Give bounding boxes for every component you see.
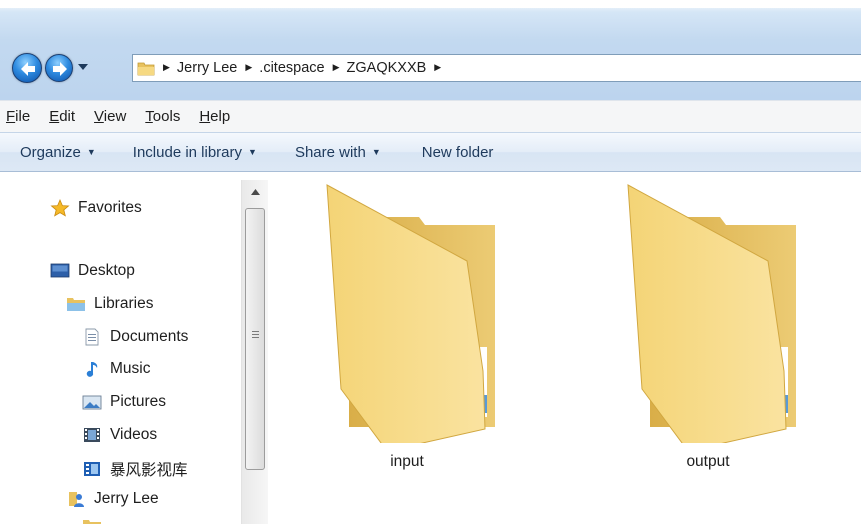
recent-pages-dropdown-icon[interactable] bbox=[78, 64, 88, 71]
nav-item-favorites[interactable]: Favorites bbox=[50, 198, 142, 217]
nav-label-baofeng-library: 暴风影视库 bbox=[110, 462, 188, 479]
nav-label-favorites: Favorites bbox=[78, 199, 142, 216]
window-top-edge bbox=[0, 0, 861, 8]
menu-file[interactable]: File bbox=[6, 108, 30, 125]
nav-item-videos[interactable]: Videos bbox=[82, 426, 157, 444]
nav-item-partial[interactable] bbox=[82, 517, 102, 524]
folder-icon bbox=[82, 517, 102, 524]
nav-item-music[interactable]: Music bbox=[82, 360, 150, 378]
music-icon bbox=[82, 360, 102, 378]
menu-view[interactable]: View bbox=[94, 108, 126, 125]
menu-file-label: ile bbox=[15, 108, 31, 125]
pictures-icon bbox=[82, 393, 102, 411]
nav-label-pictures: Pictures bbox=[110, 393, 166, 410]
menu-tools-label: ools bbox=[152, 108, 181, 125]
user-folder-icon bbox=[66, 490, 86, 508]
folder-label-input: input bbox=[390, 453, 424, 470]
nav-label-videos: Videos bbox=[110, 426, 158, 443]
menu-view-label: iew bbox=[103, 108, 127, 125]
folder-item-output[interactable]: output bbox=[608, 173, 808, 473]
breadcrumb-zgaqkxxb[interactable]: ZGAQKXXB bbox=[347, 60, 427, 76]
new-folder-button[interactable]: New folder bbox=[422, 144, 494, 161]
include-in-library-button[interactable]: Include in library ▼ bbox=[133, 144, 257, 161]
menu-help-label: elp bbox=[210, 108, 231, 125]
scroll-thumb[interactable] bbox=[245, 208, 265, 470]
breadcrumb-citespace[interactable]: .citespace bbox=[259, 60, 324, 76]
nav-item-documents[interactable]: Documents bbox=[82, 328, 188, 346]
include-in-library-label: Include in library bbox=[132, 143, 243, 161]
documents-icon bbox=[82, 328, 102, 346]
menu-help[interactable]: Help bbox=[199, 108, 230, 125]
media-library-icon bbox=[82, 460, 102, 478]
dropdown-arrow-icon: ▼ bbox=[371, 146, 381, 157]
breadcrumb-separator-icon[interactable]: ▶ bbox=[163, 63, 170, 73]
breadcrumb-separator-icon[interactable]: ▶ bbox=[245, 63, 252, 73]
libraries-icon bbox=[66, 295, 86, 313]
videos-icon bbox=[82, 426, 102, 444]
nav-label-documents: Documents bbox=[110, 328, 189, 345]
forward-button[interactable] bbox=[45, 54, 73, 82]
folder-icon bbox=[326, 184, 495, 452]
organize-label: Organize bbox=[20, 143, 81, 161]
dropdown-arrow-icon: ▼ bbox=[248, 146, 257, 157]
nav-label-libraries: Libraries bbox=[94, 295, 154, 312]
folder-label-output: output bbox=[686, 453, 730, 470]
share-with-button[interactable]: Share with ▼ bbox=[295, 144, 381, 161]
new-folder-label: New folder bbox=[421, 143, 494, 161]
forward-arrow-icon bbox=[53, 62, 67, 76]
menu-tools-accesskey: T bbox=[145, 108, 153, 125]
nav-item-baofeng-library[interactable]: 暴风影视库 bbox=[82, 458, 188, 480]
menu-bar: File Edit View Tools Help bbox=[0, 100, 861, 132]
back-button[interactable] bbox=[12, 53, 42, 83]
folder-item-input[interactable]: input bbox=[307, 173, 507, 473]
share-with-label: Share with bbox=[294, 143, 366, 161]
address-bar[interactable]: ▶ Jerry Lee ▶ .citespace ▶ ZGAQKXXB ▶ bbox=[132, 54, 861, 82]
organize-button[interactable]: Organize ▼ bbox=[20, 144, 96, 161]
menu-edit-accesskey: E bbox=[49, 108, 60, 125]
breadcrumb-separator-icon[interactable]: ▶ bbox=[333, 63, 340, 73]
nav-item-libraries[interactable]: Libraries bbox=[66, 295, 153, 313]
folder-icon bbox=[627, 184, 796, 452]
nav-label-desktop: Desktop bbox=[78, 262, 135, 279]
window-chrome: ▶ Jerry Lee ▶ .citespace ▶ ZGAQKXXB ▶ bbox=[0, 0, 861, 100]
nav-item-desktop[interactable]: Desktop bbox=[50, 262, 135, 280]
nav-item-jerry-lee[interactable]: Jerry Lee bbox=[66, 490, 159, 508]
folder-icon bbox=[137, 60, 155, 76]
star-icon bbox=[50, 198, 70, 217]
command-bar: Organize ▼ Include in library ▼ Share with… bbox=[0, 132, 861, 172]
nav-item-pictures[interactable]: Pictures bbox=[82, 393, 166, 411]
nav-label-jerry-lee: Jerry Lee bbox=[94, 490, 159, 507]
menu-edit-label: dit bbox=[59, 108, 76, 125]
file-list: input output bbox=[270, 173, 861, 524]
breadcrumb-jerry-lee[interactable]: Jerry Lee bbox=[177, 60, 237, 76]
breadcrumb-separator-icon[interactable]: ▶ bbox=[434, 63, 441, 73]
scroll-up-arrow-icon bbox=[251, 189, 260, 195]
scroll-grip-icon bbox=[252, 331, 259, 332]
nav-pane-scrollbar[interactable] bbox=[241, 180, 268, 524]
menu-edit[interactable]: Edit bbox=[49, 108, 75, 125]
nav-label-music: Music bbox=[110, 360, 151, 377]
menu-view-accesskey: V bbox=[94, 108, 104, 125]
menu-help-accesskey: H bbox=[199, 108, 211, 125]
navigation-pane: Favorites Desktop Libraries Documents Mu… bbox=[0, 173, 240, 524]
menu-tools[interactable]: Tools bbox=[145, 108, 180, 125]
dropdown-arrow-icon: ▼ bbox=[86, 146, 96, 157]
menu-file-accesskey: F bbox=[6, 108, 16, 125]
scroll-up-button[interactable] bbox=[242, 180, 269, 204]
desktop-icon bbox=[50, 262, 70, 280]
back-arrow-icon bbox=[21, 62, 35, 76]
